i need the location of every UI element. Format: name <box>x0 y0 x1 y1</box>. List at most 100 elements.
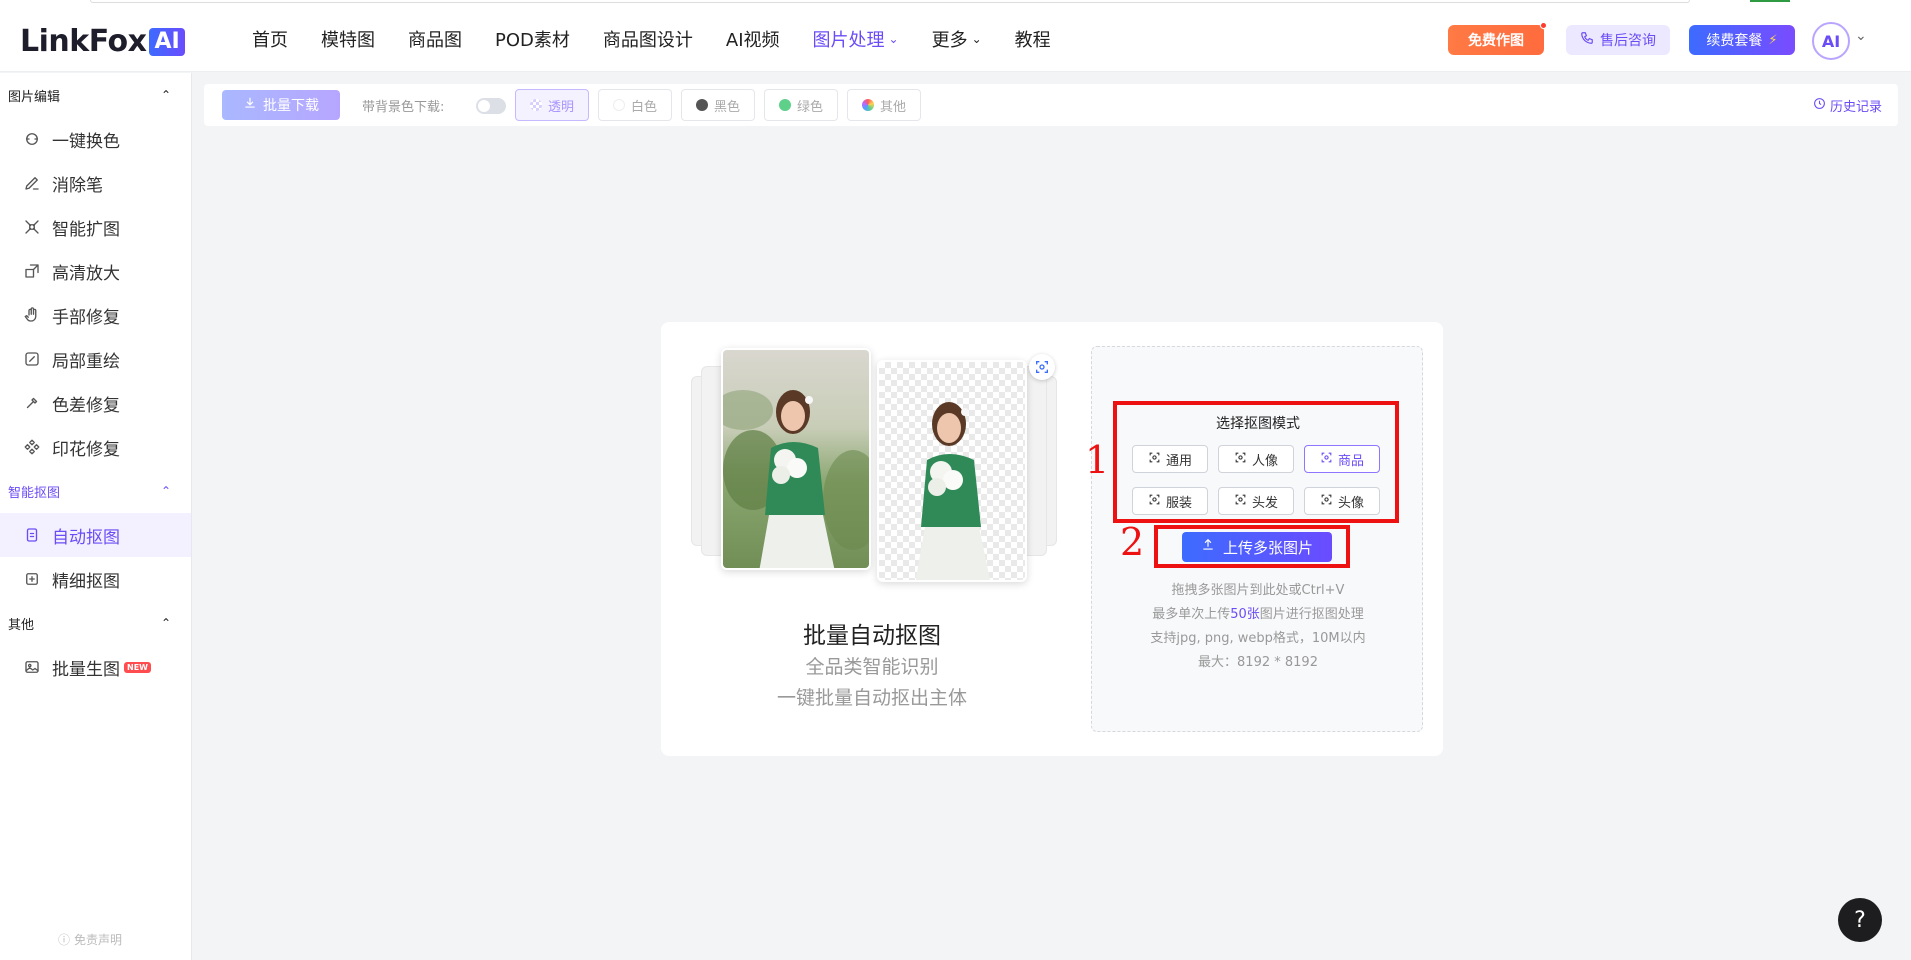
nav-item-7[interactable]: 更多 ⌄ <box>932 26 982 52</box>
sidebar-item-label: 手部修复 <box>52 307 120 328</box>
nav-item-1[interactable]: 模特图 <box>321 26 375 52</box>
history-link[interactable]: 历史记录 <box>1813 96 1882 115</box>
nav-item-5[interactable]: AI视频 <box>726 26 780 52</box>
free-create-label: 免费作图 <box>1468 33 1524 49</box>
scan-focus-icon <box>1029 354 1055 380</box>
sidebar-section-1[interactable]: 智能抠图 ⌃ <box>0 469 191 513</box>
phone-icon <box>1580 31 1594 49</box>
bg-color-label: 带背景色下载: <box>362 100 445 115</box>
sidebar: 图片编辑 ⌃ 一键换色消除笔 智能扩图高清放大手部修复局部重绘色差修复印花修复智能抠图… <box>0 73 192 960</box>
color-swatch-icon <box>778 99 791 111</box>
sidebar-item-0-1[interactable]: 消除笔 <box>0 161 191 205</box>
brush-icon <box>22 349 42 369</box>
color-swatch-icon <box>529 99 542 111</box>
color-swatch-icon <box>695 99 708 111</box>
chevron-up-icon: ⌃ <box>160 88 171 102</box>
card-subtitle-1: 全品类智能识别 <box>805 656 939 678</box>
sidebar-section-0[interactable]: 图片编辑 ⌃ <box>0 73 191 117</box>
eraser-pen-icon <box>22 173 42 193</box>
nav-item-3[interactable]: POD素材 <box>495 26 570 52</box>
browser-indicator <box>1750 0 1790 2</box>
bg-option-label: 黑色 <box>713 99 740 115</box>
sidebar-item-label: 批量生图 <box>52 659 120 680</box>
top-header: LinkFox AI 首页 模特图 商品图 POD素材 商品图设计 AI视频 图片处理 ⌄ 更多… <box>0 6 1911 72</box>
auto-cutout-icon <box>22 525 42 545</box>
card-title: 批量自动抠图 <box>803 623 941 649</box>
bg-option-0[interactable]: 透明 <box>515 89 589 121</box>
annotation-number-2: 2 <box>1120 520 1145 564</box>
nav-item-label: 模特图 <box>321 30 375 51</box>
sidebar-section-2[interactable]: 其他 ⌃ <box>0 601 191 645</box>
download-icon <box>243 96 257 114</box>
help-label: ? <box>1854 907 1866 933</box>
annotation-number-1: 1 <box>1085 438 1110 482</box>
hint-limit: 最多单次上传50张图片进行抠图处理 <box>1092 603 1424 622</box>
chevron-down-icon[interactable]: ⌄ <box>1855 28 1867 44</box>
nav-item-6[interactable]: 图片处理 ⌄ <box>813 26 899 52</box>
sidebar-item-2-0[interactable]: 批量生图 NEW <box>0 645 191 689</box>
clock-icon <box>1813 97 1826 114</box>
main-nav: 首页 模特图 商品图 POD素材 商品图设计 AI视频 图片处理 ⌄ 更多 ⌄ 教程 <box>252 6 1084 72</box>
sidebar-item-label: 高清放大 <box>52 263 120 284</box>
bg-option-3[interactable]: 绿色 <box>764 89 838 121</box>
expand-icon <box>22 217 42 237</box>
free-create-button[interactable]: 免费作图 <box>1448 22 1547 55</box>
bg-option-2[interactable]: 黑色 <box>681 89 755 121</box>
help-button[interactable]: ? <box>1838 898 1882 942</box>
logo-text: LinkFox <box>20 24 147 59</box>
card-subtitle-2: 一键批量自动抠出主体 <box>776 687 967 709</box>
sidebar-item-label: 印花修复 <box>52 439 120 460</box>
disclaimer-link[interactable]: ⓘ 免责声明 <box>58 931 122 948</box>
chevron-down-icon: ⌄ <box>888 32 899 46</box>
sidebar-item-label: 一键换色 <box>52 131 120 152</box>
print-fix-icon <box>22 437 42 457</box>
hint-max-size: 最大：8192 * 8192 <box>1198 655 1318 670</box>
bg-option-label: 透明 <box>547 99 574 115</box>
bg-option-label: 白色 <box>630 99 657 115</box>
sidebar-item-0-5[interactable]: 局部重绘 <box>0 337 191 381</box>
after-sales-button[interactable]: 售后咨询 <box>1566 25 1670 55</box>
nav-item-8[interactable]: 教程 <box>1015 26 1051 52</box>
sidebar-item-0-0[interactable]: 一键换色 <box>0 117 191 161</box>
nav-item-label: AI视频 <box>725 30 780 51</box>
cutout-photo <box>877 360 1027 582</box>
after-sales-label: 售后咨询 <box>1600 33 1656 49</box>
sidebar-item-label: 自动抠图 <box>52 527 120 548</box>
hand-icon <box>22 305 42 325</box>
nav-item-label: POD素材 <box>495 30 570 51</box>
linkfox-logo[interactable]: LinkFox AI <box>20 24 185 59</box>
info-icon: ⓘ <box>58 933 71 947</box>
bg-option-4[interactable]: 其他 <box>847 89 921 121</box>
nav-item-label: 教程 <box>1014 30 1051 51</box>
chevron-down-icon: ⌄ <box>971 32 982 46</box>
hint-limit-count: 50张 <box>1230 607 1260 622</box>
sidebar-item-0-7[interactable]: 印花修复 <box>0 425 191 469</box>
sidebar-item-0-4[interactable]: 手部修复 <box>0 293 191 337</box>
bg-option-label: 绿色 <box>796 99 823 115</box>
new-badge: NEW <box>124 661 151 673</box>
batch-download-button[interactable]: 批量下载 <box>222 90 340 120</box>
color-swap-icon <box>22 129 42 149</box>
sidebar-item-label: 色差修复 <box>52 395 120 416</box>
nav-item-0[interactable]: 首页 <box>252 26 288 52</box>
sidebar-item-0-2[interactable]: 智能扩图 <box>0 205 191 249</box>
chevron-up-icon: ⌃ <box>160 484 171 498</box>
renew-plan-button[interactable]: 续费套餐 ⚡ <box>1689 25 1795 55</box>
user-avatar[interactable]: AI <box>1812 22 1850 60</box>
nav-item-label: 商品图设计 <box>602 30 693 51</box>
sidebar-section-title: 其他 <box>8 617 35 633</box>
bg-color-toggle[interactable] <box>476 98 506 114</box>
sidebar-item-1-0[interactable]: 自动抠图 <box>0 513 191 557</box>
sidebar-item-label: 局部重绘 <box>52 351 120 372</box>
bg-option-1[interactable]: 白色 <box>598 89 672 121</box>
sidebar-section-title: 智能抠图 <box>8 485 61 501</box>
notification-dot <box>1540 22 1547 29</box>
sidebar-item-0-3[interactable]: 高清放大 <box>0 249 191 293</box>
sidebar-item-1-1[interactable]: 精细抠图 <box>0 557 191 601</box>
sidebar-item-0-6[interactable]: 色差修复 <box>0 381 191 425</box>
fine-cutout-icon <box>22 569 42 589</box>
logo-ai-badge: AI <box>149 27 185 56</box>
hint-limit-pre: 最多单次上传 <box>1152 607 1231 622</box>
nav-item-2[interactable]: 商品图 <box>408 26 462 52</box>
nav-item-4[interactable]: 商品图设计 <box>603 26 693 52</box>
